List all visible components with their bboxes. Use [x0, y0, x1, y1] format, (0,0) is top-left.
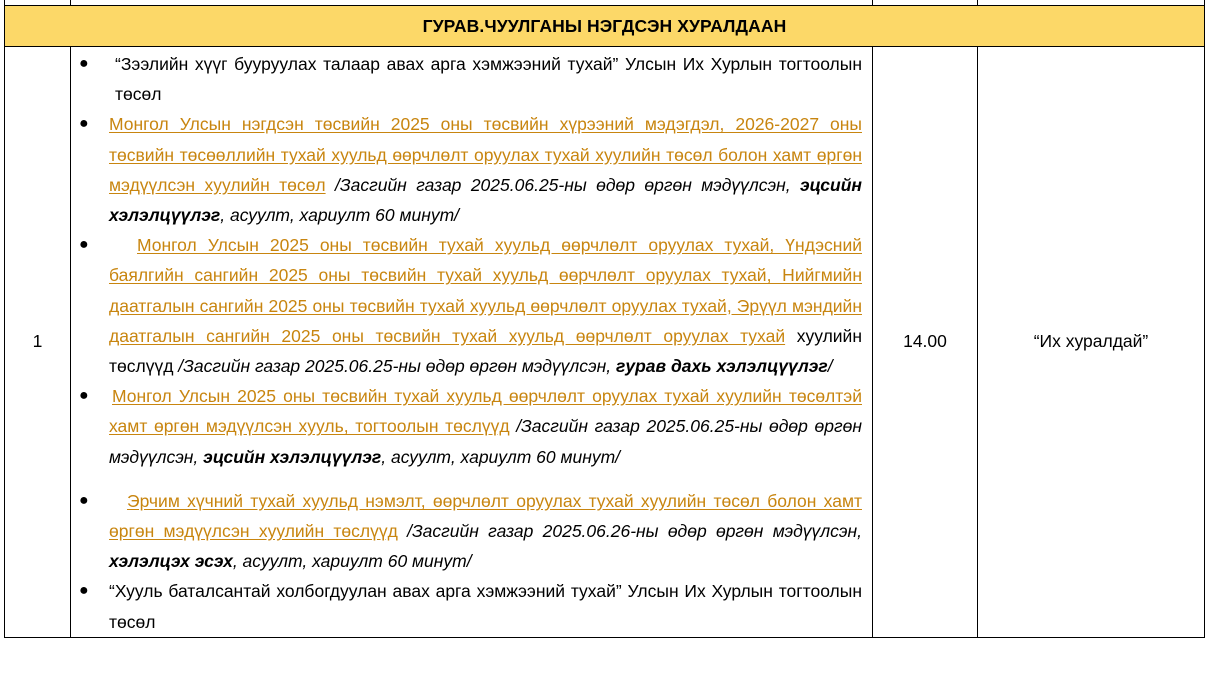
agenda-note: /Засгийн газар 2025.06.26-ны өдөр өргөн …	[397, 521, 862, 542]
agenda-item: ● Эрчим хүчний тухай хуульд нэмэлт, өөрч…	[79, 486, 862, 577]
bullet-icon: ●	[79, 387, 89, 405]
agenda-items-cell: ● “Зээлийн хүүг бууруулах талаар авах ар…	[70, 46, 873, 638]
agenda-row: 1 ● “Зээлийн хүүг бууруулах талаар авах …	[4, 46, 1205, 638]
agenda-note: , асуулт, хариулт 60 минут/	[232, 551, 472, 572]
agenda-note: /	[827, 356, 833, 377]
session-title: ГУРАВ.ЧУУЛГАНЫ НЭГДСЭН ХУРАЛДААН	[4, 5, 1205, 47]
bullet-icon: ●	[79, 491, 89, 509]
agenda-item: ● Монгол Улсын 2025 оны төсвийн тухай ху…	[79, 381, 862, 472]
agenda-note: /Засгийн газар 2025.06.25-ны өдөр өргөн …	[325, 174, 801, 195]
agenda-table: ГУРАВ.ЧУУЛГАНЫ НЭГДСЭН ХУРАЛДААН 1 ● “Зэ…	[4, 0, 1205, 638]
bill-link[interactable]: Монгол Улсын 2025 оны төсвийн тухай хуул…	[109, 235, 862, 346]
agenda-note-bold: гурав дахь хэлэлцүүлэг	[616, 356, 828, 377]
agenda-item: ● “Зээлийн хүүг бууруулах талаар авах ар…	[79, 49, 862, 109]
agenda-note: , асуулт, хариулт 60 минут/	[381, 446, 621, 467]
agenda-note-bold: эцсийн хэлэлцүүлэг	[203, 446, 382, 467]
agenda-item-text: “Хууль баталсантай холбогдуулан авах арг…	[109, 581, 862, 632]
row-number: 1	[4, 46, 71, 638]
agenda-note-bold: хэлэлцэх эсэх	[109, 551, 233, 572]
agenda-list: ● “Зээлийн хүүг бууруулах талаар авах ар…	[79, 49, 862, 637]
meeting-location: “Их хуралдай”	[977, 46, 1205, 638]
start-time: 14.00	[872, 46, 978, 638]
bullet-icon: ●	[79, 55, 89, 72]
agenda-note: /Засгийн газар 2025.06.25-ны өдөр өргөн …	[178, 356, 617, 377]
bullet-icon: ●	[79, 115, 89, 133]
bullet-icon: ●	[79, 582, 89, 600]
agenda-note: , асуулт, хариулт 60 минут/	[220, 205, 460, 226]
agenda-item-text: “Зээлийн хүүг бууруулах талаар авах арга…	[115, 54, 862, 105]
agenda-item: ● “Хууль баталсантай холбогдуулан авах а…	[79, 576, 862, 636]
bullet-icon: ●	[79, 236, 89, 254]
agenda-sheet: ГУРАВ.ЧУУЛГАНЫ НЭГДСЭН ХУРАЛДААН 1 ● “Зэ…	[4, 0, 1205, 638]
agenda-item: ● Монгол Улсын 2025 оны төсвийн тухай ху…	[79, 230, 862, 381]
session-header-row: ГУРАВ.ЧУУЛГАНЫ НЭГДСЭН ХУРАЛДААН	[4, 5, 1205, 47]
agenda-item: ● Монгол Улсын нэгдсэн төсвийн 2025 оны …	[79, 109, 862, 230]
